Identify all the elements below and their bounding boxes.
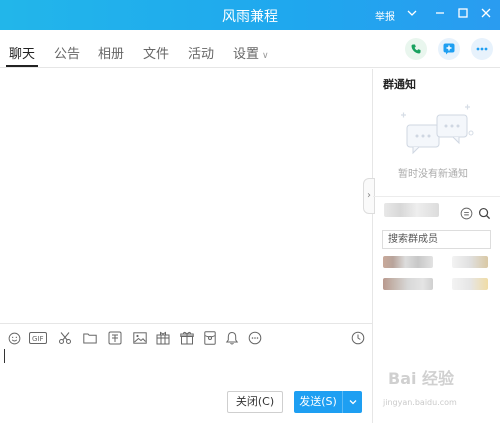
message-input[interactable]	[0, 346, 372, 386]
close-icon[interactable]	[479, 7, 493, 21]
tab-settings-label: 设置	[233, 47, 260, 62]
image-icon[interactable]	[132, 330, 148, 346]
emoji-icon[interactable]	[6, 330, 22, 346]
title-bar: 风雨兼程 举报	[0, 0, 500, 30]
more-options-button[interactable]	[471, 38, 493, 60]
send-options-button[interactable]	[342, 391, 362, 413]
tab-bar: 聊天 公告 相册 文件 活动 设置 ∨	[0, 30, 500, 68]
phone-icon	[411, 44, 421, 54]
add-member-icon[interactable]	[458, 205, 474, 221]
bell-icon[interactable]	[224, 330, 240, 346]
section-divider	[373, 196, 500, 197]
more-icon	[476, 47, 488, 51]
gift-icon[interactable]	[179, 330, 195, 346]
sticker-icon[interactable]	[107, 330, 123, 346]
window-title: 风雨兼程	[222, 9, 278, 25]
active-tab-indicator	[6, 65, 38, 67]
svg-text:GIF: GIF	[32, 335, 44, 343]
composer-divider	[0, 323, 372, 324]
list-item[interactable]	[452, 256, 488, 268]
add-app-button[interactable]	[438, 38, 460, 60]
chevron-down-icon: ∨	[262, 51, 269, 61]
chevron-down-icon	[349, 400, 356, 405]
maximize-icon[interactable]	[456, 7, 470, 21]
empty-notice-illustration	[397, 103, 477, 162]
group-notice-title: 群通知	[383, 78, 416, 91]
minimize-icon[interactable]	[433, 7, 447, 21]
gift-box-icon[interactable]	[155, 330, 171, 346]
gif-icon[interactable]: GIF	[29, 330, 47, 346]
tab-activity[interactable]: 活动	[188, 43, 214, 62]
history-icon[interactable]	[350, 330, 366, 346]
message-list[interactable]	[0, 69, 372, 323]
tab-chat[interactable]: 聊天	[9, 43, 35, 62]
add-app-icon	[443, 43, 455, 55]
more-icon[interactable]	[247, 330, 263, 346]
report-link[interactable]: 举报	[375, 8, 395, 23]
tab-files[interactable]: 文件	[143, 43, 169, 62]
folder-icon[interactable]	[82, 330, 98, 346]
list-item[interactable]	[383, 278, 433, 290]
tab-settings[interactable]: 设置 ∨	[233, 43, 269, 62]
watermark-url: jingyan.baidu.com	[383, 398, 457, 407]
member-count-blurred	[384, 203, 439, 217]
list-item[interactable]	[383, 256, 433, 268]
phone-call-button[interactable]	[405, 38, 427, 60]
tab-announcement[interactable]: 公告	[54, 43, 80, 62]
tab-album[interactable]: 相册	[98, 43, 124, 62]
sidebar-divider	[372, 69, 373, 423]
search-icon[interactable]	[476, 205, 492, 221]
chevron-down-icon[interactable]	[405, 7, 419, 21]
member-search-input[interactable]: 搜索群成员	[382, 230, 491, 249]
red-packet-icon[interactable]	[202, 330, 218, 346]
empty-notice-text: 暂时没有新通知	[398, 169, 468, 180]
scissors-icon[interactable]	[57, 330, 73, 346]
watermark: Bai 经验	[388, 369, 455, 388]
send-button[interactable]: 发送(S)	[294, 391, 342, 413]
close-button[interactable]: 关闭(C)	[227, 391, 283, 413]
list-item[interactable]	[452, 278, 488, 290]
